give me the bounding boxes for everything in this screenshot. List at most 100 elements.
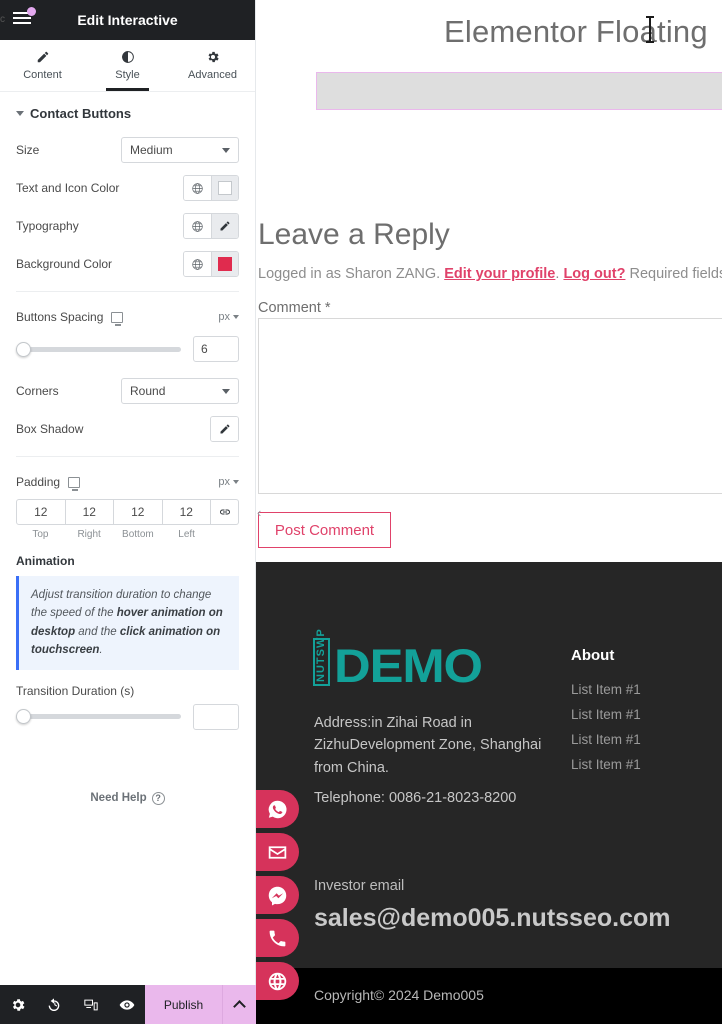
text-icon-color-controls (183, 175, 239, 201)
padding-label: Padding (16, 475, 81, 491)
contact-buttons-section-header[interactable]: Contact Buttons (0, 92, 255, 131)
panel-collapse-toggle[interactable]: ‹ (257, 505, 261, 520)
tab-advanced[interactable]: Advanced (170, 40, 255, 91)
padding-top-label: Top (32, 529, 49, 540)
phone-button[interactable] (255, 919, 299, 957)
globe-icon (192, 220, 203, 232)
panel-footer-tools (0, 985, 145, 1024)
globe-icon (192, 258, 203, 270)
buttons-spacing-input[interactable]: 6 (193, 336, 239, 362)
investor-email-value[interactable]: sales@demo005.nutsseo.com (314, 904, 670, 933)
publish-options-button[interactable] (222, 985, 256, 1024)
padding-right-input[interactable]: 12 (65, 499, 114, 525)
edge-letter: c (0, 14, 5, 25)
buttons-spacing-slider[interactable] (16, 341, 181, 357)
color-swatch (218, 181, 232, 195)
site-footer: NUTSWP DEMO Address:in Zihai Road in Ziz… (256, 562, 722, 1024)
desktop-device-icon[interactable] (111, 311, 124, 326)
list-item[interactable]: List Item #1 (571, 757, 641, 772)
history-icon[interactable] (46, 997, 62, 1013)
transition-duration-slider[interactable] (16, 709, 181, 725)
background-color-label: Background Color (16, 257, 113, 271)
publish-button[interactable]: Publish (145, 985, 222, 1024)
box-shadow-edit-button[interactable] (211, 417, 238, 441)
padding-left-input[interactable]: 12 (162, 499, 211, 525)
preview-eye-icon[interactable] (119, 997, 135, 1013)
transition-duration-input[interactable] (193, 703, 239, 730)
logged-in-notice: Logged in as Sharon ZANG. Edit your prof… (258, 266, 722, 282)
need-help-link[interactable]: Need Help ? (0, 791, 255, 805)
desktop-device-icon[interactable] (68, 476, 81, 491)
background-color-swatch-button[interactable] (211, 252, 238, 276)
pencil-icon (220, 424, 229, 434)
chevron-down-icon (222, 388, 230, 394)
whatsapp-icon (268, 800, 287, 818)
edit-profile-link[interactable]: Edit your profile (444, 266, 555, 282)
contrast-icon (121, 51, 134, 63)
gear-icon[interactable] (10, 997, 26, 1013)
box-shadow-controls (210, 416, 239, 442)
padding-bottom-label: Bottom (122, 529, 154, 540)
text-icon-color-swatch-button[interactable] (211, 176, 238, 200)
email-button[interactable] (255, 833, 299, 871)
slider-handle[interactable] (16, 341, 31, 357)
padding-bottom-input[interactable]: 12 (114, 499, 163, 525)
copyright-bar: Copyright© 2024 Demo005 (256, 968, 722, 1024)
footer-telephone: Telephone: 0086-21-8023-8200 (314, 790, 517, 806)
list-item[interactable]: List Item #1 (571, 707, 641, 722)
pencil-icon (37, 51, 48, 63)
corners-value: Round (130, 384, 166, 398)
tab-style-label: Style (115, 69, 140, 81)
tab-advanced-label: Advanced (188, 69, 237, 81)
tab-style[interactable]: Style (85, 40, 170, 91)
corners-select[interactable]: Round (121, 378, 239, 404)
padding-inputs: 12 12 12 12 (0, 499, 255, 525)
padding-unit-toggle[interactable]: px (218, 476, 239, 488)
padding-right-label: Right (77, 529, 101, 540)
globe-icon (192, 182, 203, 194)
slider-handle[interactable] (16, 709, 31, 725)
list-item[interactable]: List Item #1 (571, 682, 641, 697)
transition-duration-label: Transition Duration (s) (16, 683, 135, 698)
buttons-spacing-text: Buttons Spacing (16, 310, 104, 324)
phone-icon (269, 930, 285, 946)
background-color-row: Background Color (0, 245, 255, 283)
website-button[interactable] (255, 962, 299, 1000)
list-item[interactable]: List Item #1 (571, 732, 641, 747)
link-values-toggle[interactable] (211, 499, 239, 525)
unit-label: px (218, 476, 230, 488)
section-title: Contact Buttons (30, 106, 132, 121)
tab-content[interactable]: Content (0, 40, 85, 91)
global-background-color-button[interactable] (184, 252, 211, 276)
page-title: Elementor Floating (444, 14, 708, 49)
padding-left-label: Left (178, 529, 195, 540)
logo-main-text: DEMO (334, 639, 483, 693)
selected-element-box[interactable] (316, 72, 722, 110)
post-comment-button[interactable]: Post Comment (258, 512, 391, 548)
notice-part2: and the (75, 625, 120, 638)
notification-dot-icon (27, 7, 36, 16)
whatsapp-button[interactable] (255, 790, 299, 828)
comment-textarea[interactable] (258, 318, 722, 494)
buttons-spacing-slider-row: 6 (0, 334, 255, 372)
divider (16, 291, 239, 292)
padding-row: Padding px (0, 465, 255, 499)
messenger-button[interactable] (255, 876, 299, 914)
corners-row: Corners Round (0, 372, 255, 410)
site-preview: Elementor Floating Leave a Reply Logged … (256, 0, 722, 1024)
typography-edit-button[interactable] (211, 214, 238, 238)
responsive-icon[interactable] (83, 997, 99, 1013)
elementor-editor-panel: Edit Interactive c Content Style Advance… (0, 0, 256, 1024)
panel-header: Edit Interactive (0, 0, 255, 40)
global-typography-button[interactable] (184, 214, 211, 238)
chevron-down-icon (222, 147, 230, 153)
global-color-button[interactable] (184, 176, 211, 200)
buttons-spacing-unit-toggle[interactable]: px (218, 311, 239, 323)
chevron-down-icon (233, 315, 239, 319)
padding-top-input[interactable]: 12 (16, 499, 66, 525)
logout-link[interactable]: Log out? (563, 266, 625, 282)
tab-content-label: Content (23, 69, 62, 81)
unit-label: px (218, 311, 230, 323)
size-select[interactable]: Medium (121, 137, 239, 163)
